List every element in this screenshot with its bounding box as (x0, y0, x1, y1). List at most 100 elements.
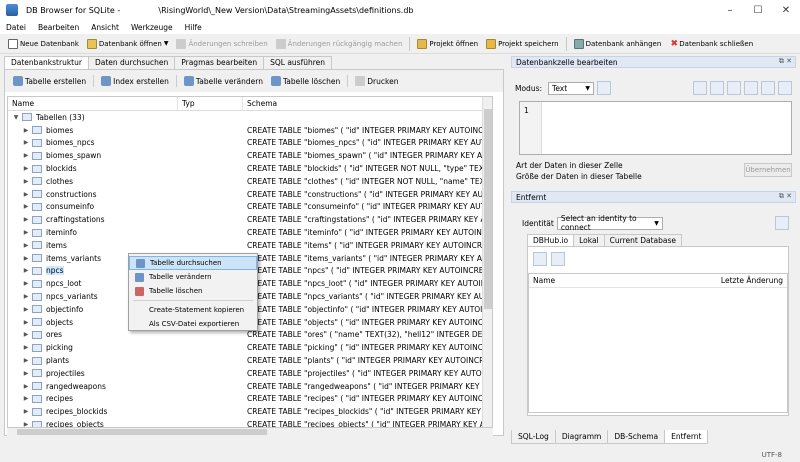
table-row[interactable]: ▶ recipes_blockids CREATE TABLE "recipes_b… (8, 405, 492, 418)
chevron-right-icon[interactable]: ▶ (22, 255, 30, 262)
menu-browse-table[interactable]: Tabelle durchsuchen (129, 256, 257, 270)
tab-remote[interactable]: Entfernt (664, 430, 709, 444)
table-row[interactable]: ▶ biomes CREATE TABLE "biomes" ( "id" INTE… (8, 124, 492, 137)
tab-pragmas[interactable]: Pragmas bearbeiten (174, 56, 265, 69)
new-database-button[interactable]: Neue Datenbank (4, 36, 83, 52)
menu-bearbeiten[interactable]: Bearbeiten (32, 23, 85, 32)
table-row[interactable]: ▶ rangedweapons CREATE TABLE "rangedweapon… (8, 380, 492, 393)
column-header-name[interactable]: Name (8, 97, 178, 111)
chevron-right-icon[interactable]: ▶ (22, 139, 30, 146)
chevron-right-icon[interactable]: ▶ (22, 165, 30, 172)
dock-buttons[interactable]: ⧉ ✕ (779, 57, 792, 66)
maximize-button[interactable]: ☐ (744, 0, 772, 20)
tab-diagram[interactable]: Diagramm (554, 430, 609, 444)
vertical-scrollbar[interactable] (482, 97, 492, 427)
write-changes-button[interactable]: Änderungen schreiben (172, 36, 271, 52)
attach-database-button[interactable]: Datenbank anhängen (570, 36, 666, 52)
chevron-right-icon[interactable]: ▶ (22, 370, 30, 377)
clone-icon[interactable] (551, 252, 565, 266)
menu-modify-table[interactable]: Tabelle verändern (129, 270, 257, 284)
create-table-button[interactable]: Tabelle erstellen (9, 73, 90, 89)
table-row[interactable]: ▶ recipes CREATE TABLE "recipes" ( "id" IN… (8, 393, 492, 406)
set-null-icon[interactable] (761, 81, 775, 95)
chevron-right-icon[interactable]: ▶ (22, 319, 30, 326)
open-database-button[interactable]: Datenbank öffnen ▼ (83, 36, 173, 52)
column-header-schema[interactable]: Schema (243, 97, 492, 111)
chevron-right-icon[interactable]: ▶ (22, 421, 30, 427)
menu-datei[interactable]: Datei (0, 23, 32, 32)
word-wrap-icon[interactable] (693, 81, 707, 95)
chevron-right-icon[interactable]: ▶ (22, 203, 30, 210)
refresh-icon[interactable] (533, 252, 547, 266)
table-row[interactable]: ▶ consumeinfo CREATE TABLE "consumeinfo" (… (8, 201, 492, 214)
print-icon[interactable] (778, 81, 792, 95)
chevron-right-icon[interactable]: ▶ (22, 395, 30, 402)
table-row[interactable]: ▶ biomes_npcs CREATE TABLE "biomes_npcs" (… (8, 137, 492, 150)
chevron-down-icon[interactable]: ▼ (12, 114, 20, 121)
column-header-modified[interactable]: Letzte Änderung (721, 276, 783, 285)
revert-changes-button[interactable]: Änderungen rückgängig machen (272, 36, 407, 52)
apply-button[interactable]: Übernehmen (744, 163, 792, 177)
table-row[interactable]: ▶ biomes_spawn CREATE TABLE "biomes_spawn"… (8, 149, 492, 162)
close-database-button[interactable]: ✖ Datenbank schließen (665, 36, 757, 52)
chevron-right-icon[interactable]: ▶ (22, 357, 30, 364)
table-row[interactable]: ▶ iteminfo CREATE TABLE "iteminfo" ( "id" … (8, 226, 492, 239)
table-row[interactable]: ▶ craftingstations CREATE TABLE "craftings… (8, 213, 492, 226)
table-row[interactable]: ▶ clothes CREATE TABLE "clothes" ( "id" IN… (8, 175, 492, 188)
open-project-button[interactable]: Projekt öffnen (413, 36, 482, 52)
chevron-right-icon[interactable]: ▶ (22, 242, 30, 249)
chevron-right-icon[interactable]: ▶ (22, 216, 30, 223)
horizontal-scrollbar[interactable] (7, 428, 493, 436)
minimize-button[interactable]: – (716, 0, 744, 20)
chevron-right-icon[interactable]: ▶ (22, 293, 30, 300)
table-row[interactable]: ▶ plants CREATE TABLE "plants" ( "id" INTE… (8, 354, 492, 367)
scrollbar-thumb[interactable] (484, 109, 492, 309)
table-row[interactable]: ▶ picking CREATE TABLE "picking" ( "id" IN… (8, 341, 492, 354)
dock-buttons[interactable]: ⧉ ✕ (779, 192, 792, 201)
chevron-right-icon[interactable]: ▶ (22, 127, 30, 134)
tab-sql-log[interactable]: SQL-Log (511, 430, 556, 444)
tab-local[interactable]: Lokal (573, 234, 605, 246)
indent-icon[interactable] (710, 81, 724, 95)
menu-export-csv[interactable]: Als CSV-Datei exportieren (129, 317, 257, 331)
table-row[interactable]: ▶ projectiles CREATE TABLE "projectiles" (… (8, 367, 492, 380)
table-row[interactable]: ▶ constructions CREATE TABLE "construction… (8, 188, 492, 201)
table-row[interactable]: ▶ blockids CREATE TABLE "blockids" ( "id" … (8, 162, 492, 175)
tab-execute-sql[interactable]: SQL ausführen (263, 56, 333, 69)
menu-copy-create-statement[interactable]: Create-Statement kopieren (129, 303, 257, 317)
menu-ansicht[interactable]: Ansicht (85, 23, 125, 32)
chevron-right-icon[interactable]: ▶ (22, 267, 30, 274)
tab-db-schema[interactable]: DB-Schema (607, 430, 666, 444)
scrollbar-thumb[interactable] (17, 429, 267, 435)
mode-select[interactable]: Text ▼ (548, 81, 595, 95)
export-icon[interactable] (744, 81, 758, 95)
column-header-type[interactable]: Typ (178, 97, 243, 111)
tab-dbhub[interactable]: DBHub.io (527, 234, 575, 246)
menu-delete-table[interactable]: Tabelle löschen (129, 284, 257, 298)
chevron-right-icon[interactable]: ▶ (22, 229, 30, 236)
save-project-button[interactable]: Projekt speichern (482, 36, 563, 52)
delete-table-button[interactable]: Tabelle löschen (267, 73, 344, 89)
chevron-right-icon[interactable]: ▶ (22, 191, 30, 198)
chevron-right-icon[interactable]: ▶ (22, 344, 30, 351)
menu-werkzeuge[interactable]: Werkzeuge (125, 23, 179, 32)
modify-table-button[interactable]: Tabelle verändern (180, 73, 267, 89)
tab-structure[interactable]: Datenbankstruktur (4, 56, 89, 69)
chevron-right-icon[interactable]: ▶ (22, 280, 30, 287)
remote-list[interactable]: Name Letzte Änderung (528, 273, 788, 413)
identity-settings-icon[interactable] (774, 216, 789, 230)
chevron-right-icon[interactable]: ▶ (22, 331, 30, 338)
chevron-right-icon[interactable]: ▶ (22, 152, 30, 159)
chevron-right-icon[interactable]: ▶ (22, 306, 30, 313)
identity-select[interactable]: Select an identity to connect ▼ (556, 214, 663, 232)
chevron-right-icon[interactable]: ▶ (22, 178, 30, 185)
print-button[interactable]: Drucken (351, 73, 402, 89)
chevron-right-icon[interactable]: ▶ (22, 408, 30, 415)
auto-switch-icon[interactable] (597, 81, 612, 95)
table-row[interactable]: ▶ items CREATE TABLE "items" ( "id" INTEGE… (8, 239, 492, 252)
create-index-button[interactable]: Index erstellen (97, 73, 173, 89)
menu-hilfe[interactable]: Hilfe (179, 23, 208, 32)
chevron-right-icon[interactable]: ▶ (22, 383, 30, 390)
tab-current-database[interactable]: Current Database (603, 234, 683, 246)
tab-browse-data[interactable]: Daten durchsuchen (87, 56, 176, 69)
